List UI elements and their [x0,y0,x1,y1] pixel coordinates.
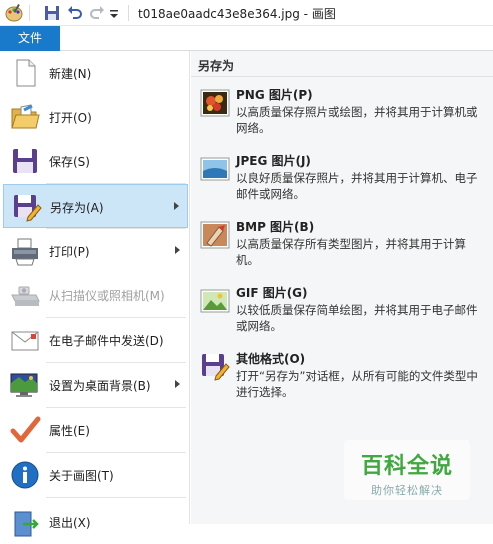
menu-item-label: 设置为桌面背景(B) [49,379,151,393]
menu-item-label: 保存(S) [49,155,90,169]
menu-item-new[interactable]: 新建(N) [3,51,188,95]
bmp-image-icon [200,221,230,249]
menu-item-desktop-background[interactable]: 设置为桌面背景(B) [3,363,188,407]
save-as-png-option[interactable]: PNG 图片(P) 以高质量保存照片或绘图，并将其用于计算机或网络。 [196,84,490,146]
ribbon-tab-strip [60,26,493,51]
option-title: 其他格式(O) [236,352,306,366]
jpeg-image-icon [200,157,230,181]
chevron-down-icon[interactable] [107,3,121,23]
menu-item-open[interactable]: 打开(O) [3,95,188,139]
redo-icon[interactable] [87,3,107,23]
submenu-header: 另存为 [191,51,493,77]
paint-app-icon[interactable] [4,3,24,23]
desktop-background-icon [10,373,38,397]
option-description: 以高质量保存照片或绘图，并将其用于计算机或网络。 [236,105,478,135]
title-bar: t018ae0aadc43e8e364.jpg - 画图 [0,0,493,26]
watermark: 百科全说 助你轻松解决 [344,440,470,500]
submenu-arrow-icon [174,202,179,210]
qat-divider [29,5,30,21]
menu-item-exit[interactable]: 退出(X) [3,500,188,544]
option-title: GIF 图片(G) [236,286,308,300]
other-formats-icon [202,354,230,381]
watermark-brand: 百科全说 [360,454,453,479]
option-title: PNG 图片(P) [236,88,313,102]
gif-image-icon [200,289,230,313]
option-title: BMP 图片(B) [236,220,315,234]
menu-item-scanner[interactable]: 从扫描仪或照相机(M) [3,273,188,317]
submenu-arrow-icon [175,246,180,254]
undo-icon[interactable] [65,3,85,23]
watermark-slogan: 助你轻松解决 [371,484,443,497]
menu-item-label: 在电子邮件中发送(D) [49,334,164,348]
save-as-icon [14,195,42,222]
option-description: 以良好质量保存照片，并将其用于计算机、电子邮件或网络。 [236,171,478,201]
save-disk-icon [13,149,37,173]
menu-divider [46,497,186,498]
open-folder-icon [11,104,40,129]
menu-item-label: 新建(N) [49,67,92,81]
file-tab[interactable]: 文件 [0,26,60,51]
menu-item-properties[interactable]: 属性(E) [3,408,188,452]
option-description: 打开“另存为”对话框，从所有可能的文件类型中进行选择。 [236,369,478,399]
menu-item-label: 从扫描仪或照相机(M) [49,289,165,303]
option-description: 以高质量保存所有类型图片，并将其用于计算机。 [236,237,466,267]
menu-item-label: 打开(O) [49,111,92,125]
printer-icon [12,238,38,266]
menu-item-label: 退出(X) [49,516,91,530]
png-image-icon [200,89,230,117]
email-icon [11,331,39,351]
menu-item-label: 打印(P) [49,245,90,259]
menu-item-label: 另存为(A) [50,201,104,215]
info-icon [11,461,39,489]
exit-icon [14,511,39,537]
new-file-icon [16,59,36,87]
menu-item-save[interactable]: 保存(S) [3,139,188,183]
menu-item-save-as[interactable]: 另存为(A) [3,184,188,228]
submenu-arrow-icon [175,380,180,388]
option-title: JPEG 图片(J) [236,154,311,168]
save-as-other-formats-option[interactable]: 其他格式(O) 打开“另存为”对话框，从所有可能的文件类型中进行选择。 [196,348,490,410]
menu-item-about[interactable]: 关于画图(T) [3,453,188,497]
scanner-icon [11,286,40,306]
menu-item-label: 属性(E) [49,424,90,438]
option-description: 以较低质量保存简单绘图，并将其用于电子邮件或网络。 [236,303,478,333]
menu-item-email[interactable]: 在电子邮件中发送(D) [3,318,188,362]
menu-item-print[interactable]: 打印(P) [3,229,188,273]
menu-item-label: 关于画图(T) [49,469,114,483]
save-icon[interactable] [42,3,62,23]
file-menu: 新建(N) 打开(O) 保存(S) 另存为(A) 打印(P) 从扫描仪或照相机(… [0,51,190,537]
checkmark-icon [10,416,41,443]
save-as-jpeg-option[interactable]: JPEG 图片(J) 以良好质量保存照片，并将其用于计算机、电子邮件或网络。 [196,150,490,212]
window-title: t018ae0aadc43e8e364.jpg - 画图 [138,7,336,21]
save-as-gif-option[interactable]: GIF 图片(G) 以较低质量保存简单绘图，并将其用于电子邮件或网络。 [196,282,490,344]
save-as-bmp-option[interactable]: BMP 图片(B) 以高质量保存所有类型图片，并将其用于计算机。 [196,216,490,278]
qat-divider [128,5,129,21]
